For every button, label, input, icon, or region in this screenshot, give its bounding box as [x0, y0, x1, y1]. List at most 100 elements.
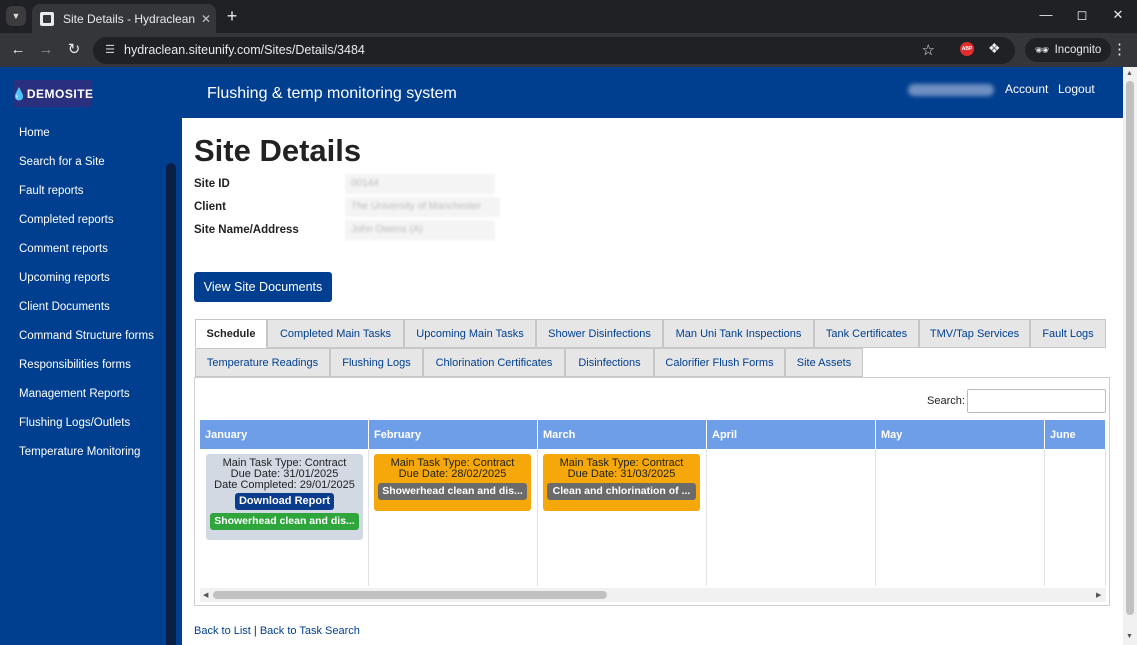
- back-icon[interactable]: ←: [8, 40, 28, 60]
- maximize-icon[interactable]: ◻: [1072, 7, 1092, 23]
- tab-completed-main-tasks[interactable]: Completed Main Tasks: [267, 319, 404, 348]
- browser-tab-bar: ▼ Site Details - Hydraclean ✕ + — ◻ ✕: [0, 0, 1137, 33]
- tab-shower-disinfections[interactable]: Shower Disinfections: [536, 319, 663, 348]
- scroll-down-icon[interactable]: ▼: [1126, 633, 1133, 640]
- page-viewport: 💧 DEMOSITE Flushing & temp monitoring sys…: [0, 67, 1137, 645]
- sidebar-item-management-reports[interactable]: Management Reports: [19, 388, 130, 400]
- task-chip[interactable]: Showerhead clean and dis...: [378, 483, 527, 500]
- search-input[interactable]: [967, 389, 1106, 413]
- task-date-completed: Date Completed: 29/01/2025: [214, 479, 355, 491]
- tab-tmv-tap-services[interactable]: TMV/Tap Services: [919, 319, 1030, 348]
- close-window-icon[interactable]: ✕: [1108, 7, 1128, 23]
- sidebar-item-fault-reports[interactable]: Fault reports: [19, 185, 84, 197]
- footer-separator: |: [253, 625, 257, 637]
- sidebar-item-client-documents[interactable]: Client Documents: [19, 301, 110, 313]
- menu-icon[interactable]: ⋮: [1112, 40, 1127, 58]
- reload-icon[interactable]: ↻: [64, 40, 84, 60]
- account-link[interactable]: Account: [1005, 82, 1048, 96]
- month-header-january: January: [200, 420, 369, 449]
- tab-schedule[interactable]: Schedule: [195, 319, 267, 348]
- tab-flushing-logs[interactable]: Flushing Logs: [330, 348, 423, 377]
- month-cell-june: [1045, 449, 1106, 586]
- tab-calorifier-flush-forms[interactable]: Calorifier Flush Forms: [654, 348, 785, 377]
- task-due-date: Due Date: 28/02/2025: [398, 468, 507, 480]
- task-chip[interactable]: Showerhead clean and dis...: [210, 513, 359, 530]
- site-name-value: John Owens (A): [345, 220, 495, 240]
- scroll-left-icon[interactable]: ◀: [203, 591, 208, 599]
- sidebar-item-comment-reports[interactable]: Comment reports: [19, 243, 108, 255]
- url-text[interactable]: hydraclean.siteunify.com/Sites/Details/3…: [124, 43, 365, 57]
- tab-chlorination-certificates[interactable]: Chlorination Certificates: [423, 348, 565, 377]
- task-due-date: Due Date: 31/03/2025: [567, 468, 676, 480]
- month-cell-may: [876, 449, 1045, 586]
- minimize-icon[interactable]: —: [1036, 7, 1056, 22]
- month-header-april: April: [707, 420, 876, 449]
- tab-tank-certificates[interactable]: Tank Certificates: [814, 319, 919, 348]
- sidebar-scrollbar[interactable]: [166, 163, 176, 645]
- month-header-june: June: [1045, 420, 1106, 449]
- site-id-label: Site ID: [194, 178, 230, 190]
- page-scroll-thumb[interactable]: [1126, 81, 1134, 615]
- site-name-label: Site Name/Address: [194, 224, 299, 236]
- tab-list-icon[interactable]: ▼: [6, 6, 26, 26]
- schedule-horizontal-scrollbar[interactable]: ◀ ▶: [200, 588, 1106, 602]
- search-label: Search:: [927, 395, 965, 407]
- tab-upcoming-main-tasks[interactable]: Upcoming Main Tasks: [404, 319, 536, 348]
- tab-fault-logs[interactable]: Fault Logs: [1030, 319, 1106, 348]
- site-id-value: 00144: [345, 174, 495, 194]
- sidebar: Home Search for a Site Fault reports Com…: [0, 118, 182, 645]
- sidebar-item-completed-reports[interactable]: Completed reports: [19, 214, 114, 226]
- month-header-march: March: [538, 420, 707, 449]
- site-header: 💧 DEMOSITE Flushing & temp monitoring sys…: [0, 67, 1123, 118]
- view-site-documents-button[interactable]: View Site Documents: [194, 272, 332, 302]
- sidebar-item-upcoming-reports[interactable]: Upcoming reports: [19, 272, 110, 284]
- sidebar-item-command-structure[interactable]: Command Structure forms: [19, 330, 154, 342]
- logo-text: DEMOSITE: [26, 86, 94, 101]
- user-name[interactable]: [908, 84, 994, 96]
- adblock-icon[interactable]: ABP: [960, 42, 974, 56]
- logout-link[interactable]: Logout: [1058, 82, 1095, 96]
- task-card-january[interactable]: Main Task Type: Contract Due Date: 31/01…: [206, 454, 363, 540]
- star-icon[interactable]: ☆: [922, 41, 935, 59]
- tab-man-uni-tank-inspections[interactable]: Man Uni Tank Inspections: [663, 319, 814, 348]
- plus-icon[interactable]: +: [222, 6, 242, 26]
- month-header-may: May: [876, 420, 1045, 449]
- incognito-icon: 🕶: [1035, 45, 1050, 57]
- incognito-label: Incognito: [1054, 44, 1102, 56]
- sidebar-item-flushing-logs[interactable]: Flushing Logs/Outlets: [19, 417, 130, 429]
- page-scrollbar[interactable]: ▲ ▼: [1123, 67, 1137, 645]
- download-report-button[interactable]: Download Report: [234, 493, 335, 510]
- client-label: Client: [194, 201, 226, 213]
- tab-title: Site Details - Hydraclean: [63, 11, 196, 26]
- task-chip[interactable]: Clean and chlorination of ...: [547, 483, 696, 500]
- extensions-icon[interactable]: ❖: [988, 40, 1001, 57]
- site-logo[interactable]: 💧 DEMOSITE: [11, 80, 94, 107]
- scroll-up-icon[interactable]: ▲: [1126, 70, 1133, 77]
- client-value: The University of Manchester: [345, 197, 500, 217]
- incognito-badge[interactable]: 🕶 Incognito: [1025, 38, 1112, 62]
- favicon-icon: [40, 11, 54, 26]
- site-info-icon[interactable]: ☰: [103, 43, 117, 57]
- address-bar[interactable]: ☰ hydraclean.siteunify.com/Sites/Details…: [93, 37, 1015, 64]
- month-header-february: February: [369, 420, 538, 449]
- month-cell-april: [707, 449, 876, 586]
- schedule-scroll-thumb[interactable]: [213, 591, 607, 599]
- sidebar-item-home[interactable]: Home: [19, 127, 50, 139]
- page-title: Site Details: [194, 133, 362, 168]
- task-card-march[interactable]: Main Task Type: Contract Due Date: 31/03…: [543, 454, 700, 511]
- browser-tab[interactable]: Site Details - Hydraclean ✕: [32, 4, 216, 33]
- sidebar-item-search-site[interactable]: Search for a Site: [19, 156, 105, 168]
- app-title: Flushing & temp monitoring system: [207, 85, 457, 102]
- sidebar-item-responsibilities[interactable]: Responsibilities forms: [19, 359, 131, 371]
- tab-site-assets[interactable]: Site Assets: [785, 348, 863, 377]
- tab-temperature-readings[interactable]: Temperature Readings: [195, 348, 330, 377]
- scroll-right-icon[interactable]: ▶: [1096, 591, 1101, 599]
- back-to-task-search-link[interactable]: Back to Task Search: [260, 625, 360, 637]
- back-to-list-link[interactable]: Back to List: [194, 625, 251, 637]
- close-icon[interactable]: ✕: [196, 12, 216, 26]
- footer-links: Back to List | Back to Task Search: [194, 625, 360, 637]
- sidebar-item-temperature-monitoring[interactable]: Temperature Monitoring: [19, 446, 140, 458]
- tab-disinfections[interactable]: Disinfections: [565, 348, 654, 377]
- task-card-february[interactable]: Main Task Type: Contract Due Date: 28/02…: [374, 454, 531, 511]
- forward-icon[interactable]: →: [36, 40, 56, 60]
